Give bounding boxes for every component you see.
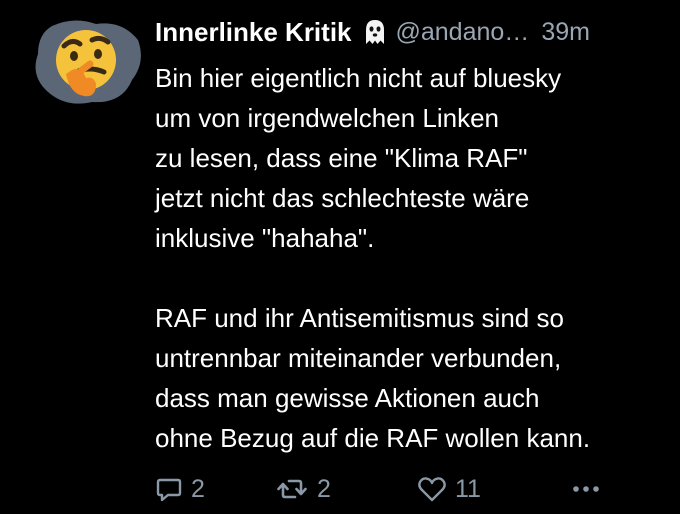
like-button[interactable]: 11 (417, 472, 481, 506)
reply-button[interactable]: 2 (155, 472, 205, 506)
post-text-line: um von irgendwelchen Linken (155, 103, 499, 133)
more-options-button[interactable] (570, 472, 602, 506)
author-handle[interactable]: @andano… (396, 18, 530, 47)
post-text-line: dass man gewisse Aktionen auch (155, 383, 540, 413)
post-text-line: inklusive "hahaha". (155, 223, 375, 253)
heart-icon (418, 477, 446, 502)
post-paragraph: Bin hier eigentlich nicht auf bluesky um… (155, 58, 670, 258)
post-text: Bin hier eigentlich nicht auf bluesky um… (155, 58, 670, 458)
post-text-line: untrennbar miteinander verbunden, (155, 343, 562, 373)
post-actions: 2 2 11 (155, 472, 615, 506)
post-paragraph: RAF und ihr Antisemitismus sind so untre… (155, 298, 670, 458)
repost-button[interactable]: 2 (275, 472, 331, 506)
post-text-line: ohne Bezug auf die RAF wollen kann. (155, 423, 591, 453)
like-count: 11 (455, 474, 481, 503)
post-timestamp[interactable]: 39m (541, 18, 590, 47)
post-text-line: Bin hier eigentlich nicht auf bluesky (155, 63, 562, 93)
post-text-line: RAF und ihr Antisemitismus sind so (155, 303, 564, 333)
reply-icon (156, 478, 182, 502)
post-text-line: jetzt nicht das schlechteste wäre (155, 183, 530, 213)
avatar[interactable] (32, 18, 144, 108)
author-display-name[interactable]: Innerlinke Kritik (155, 17, 352, 48)
repost-count: 2 (317, 474, 331, 503)
post[interactable]: Innerlinke Kritik @andano… 39m Bin hier … (0, 0, 680, 514)
thinking-face-avatar-icon (35, 20, 141, 104)
reply-count: 2 (191, 474, 205, 503)
repost-icon (277, 479, 307, 499)
post-header: Innerlinke Kritik @andano… 39m (155, 14, 670, 50)
more-icon (573, 486, 599, 492)
post-text-line: zu lesen, dass eine "Klima RAF" (155, 143, 528, 173)
ghost-icon (362, 18, 388, 46)
